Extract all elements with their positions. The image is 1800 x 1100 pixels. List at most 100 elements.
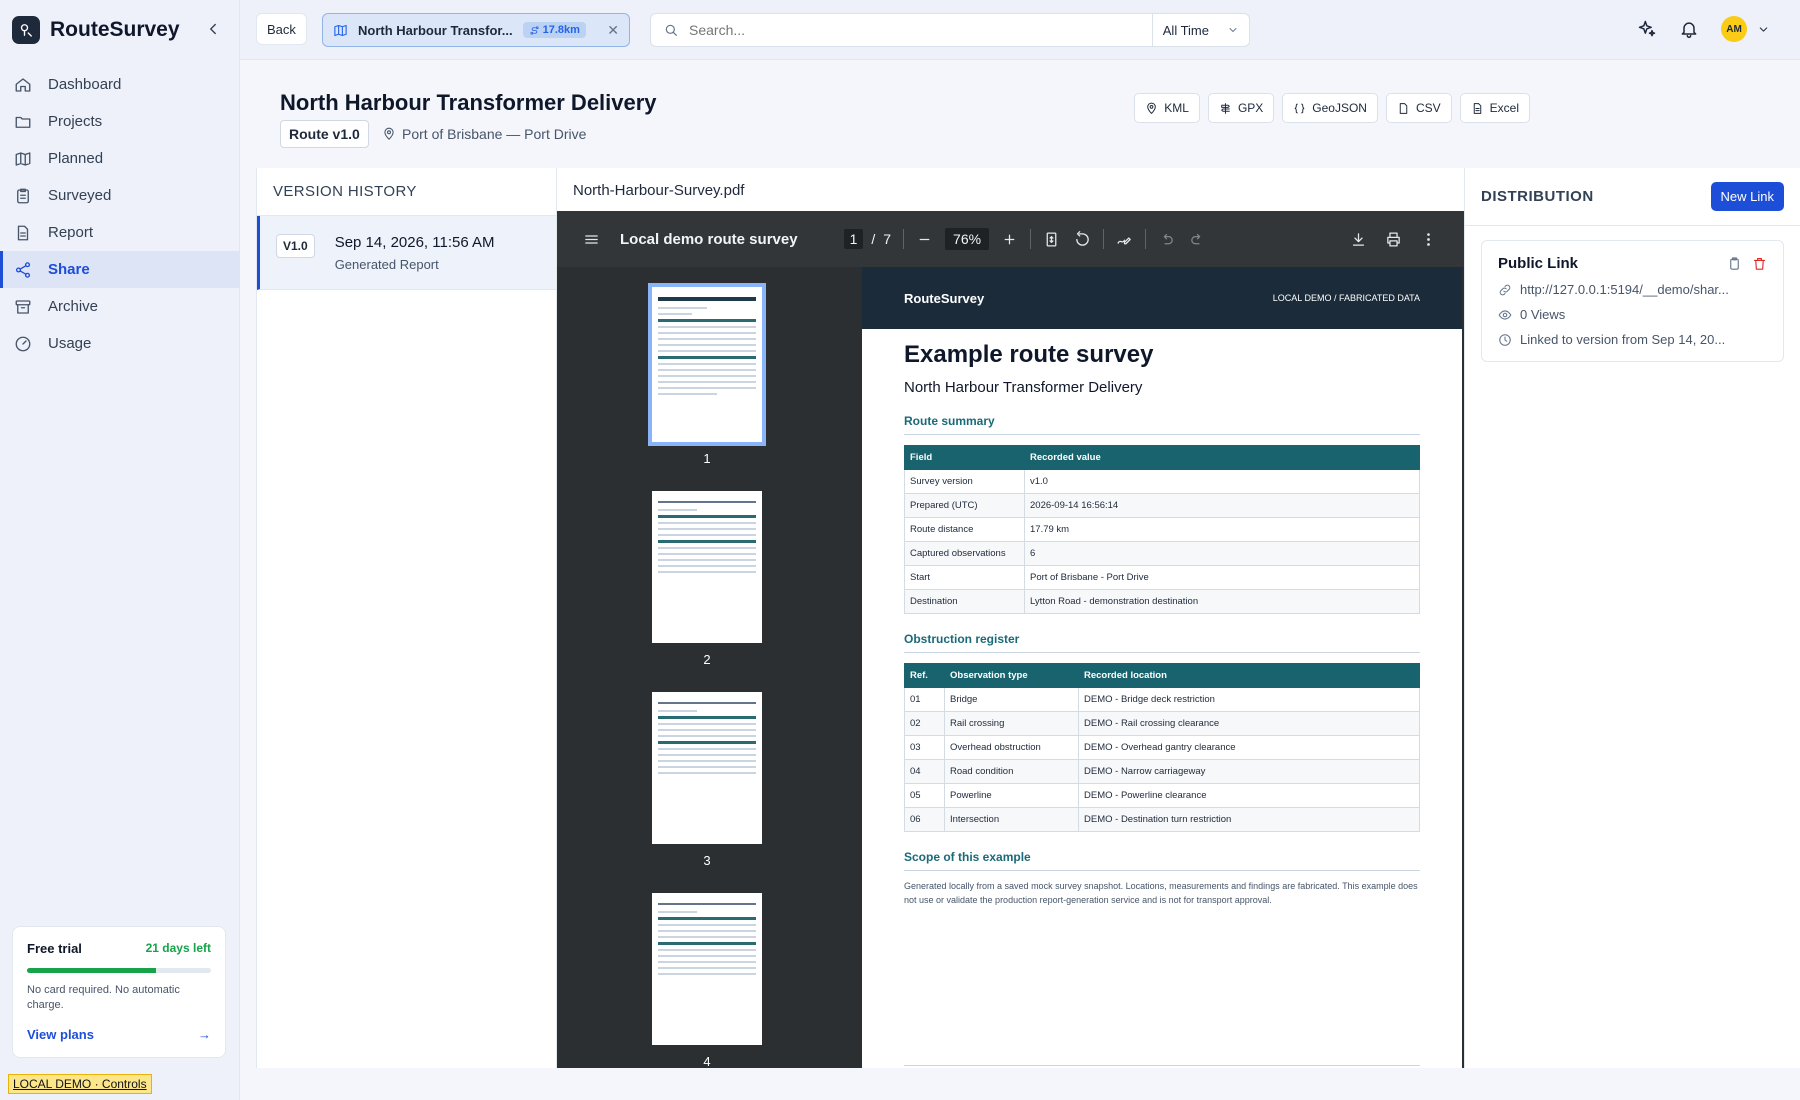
toolbar-divider <box>903 229 905 249</box>
sidebar-nav: Dashboard Projects Planned Surveyed Repo… <box>0 66 240 362</box>
table-row: 04 Road condition DEMO - Narrow carriagewa… <box>904 759 1420 784</box>
collapse-sidebar-icon[interactable] <box>204 20 222 38</box>
time-range-value: All Time <box>1162 22 1209 38</box>
route-icon <box>529 25 539 35</box>
sidebar-item-dashboard[interactable]: Dashboard <box>0 66 240 103</box>
sidebar-item-label: Projects <box>48 113 103 130</box>
page-thumbnail[interactable] <box>652 491 762 643</box>
app-logo[interactable]: RouteSurvey <box>12 16 180 44</box>
public-link-url[interactable]: http://127.0.0.1:5194/__demo/shar... <box>1520 282 1729 297</box>
sidebar-item-archive[interactable]: Archive <box>0 288 240 325</box>
topbar-actions: AM <box>1637 16 1770 42</box>
table-cell: 17.79 km <box>1024 517 1420 542</box>
distribution-panel: DISTRIBUTION New Link Public Link http:/… <box>1464 168 1800 1068</box>
close-tab-icon[interactable]: ✕ <box>607 22 619 39</box>
table-cell: Captured observations <box>904 541 1025 566</box>
page-number-input[interactable]: 1 <box>843 229 864 249</box>
export-geojson-button[interactable]: GeoJSON <box>1282 93 1378 123</box>
page-title: North Harbour Transformer Delivery <box>280 90 657 115</box>
time-range-select[interactable]: All Time <box>1151 14 1249 46</box>
toolbar-divider <box>1030 229 1032 249</box>
fit-page-icon[interactable] <box>1043 231 1060 248</box>
more-vertical-icon[interactable] <box>1420 231 1437 248</box>
table-cell: DEMO - Bridge deck restriction <box>1078 687 1420 712</box>
sparkles-icon[interactable] <box>1637 19 1657 39</box>
back-button[interactable]: Back <box>256 13 307 45</box>
sidebar-item-surveyed[interactable]: Surveyed <box>0 177 240 214</box>
search-input[interactable] <box>689 22 1152 38</box>
table-cell: Route distance <box>904 517 1025 542</box>
eye-icon <box>1498 309 1512 320</box>
annotate-icon[interactable] <box>1116 231 1133 248</box>
sidebar-item-share[interactable]: Share <box>0 251 240 288</box>
topbar: Back North Harbour Transfor... 17.8km ✕ … <box>240 0 1800 60</box>
sidebar-item-planned[interactable]: Planned <box>0 140 240 177</box>
version-history-panel: VERSION HISTORY V1.0 Sep 14, 2026, 11:56… <box>256 168 556 1068</box>
rotate-icon[interactable] <box>1074 230 1091 248</box>
braces-icon <box>1294 103 1305 113</box>
report-header: RouteSurvey LOCAL DEMO / FABRICATED DATA <box>862 267 1462 329</box>
public-link-url-row: http://127.0.0.1:5194/__demo/shar... <box>1498 282 1767 297</box>
view-plans-link[interactable]: View plans → <box>27 1027 211 1042</box>
user-menu[interactable]: AM <box>1721 16 1770 42</box>
new-link-button[interactable]: New Link <box>1710 182 1784 211</box>
export-csv-button[interactable]: CSV <box>1385 93 1452 123</box>
table-row: 01 Bridge DEMO - Bridge deck restriction <box>904 687 1420 712</box>
table-header: Ref. <box>904 663 945 688</box>
version-history-item[interactable]: V1.0 Sep 14, 2026, 11:56 AM Generated Re… <box>257 216 556 290</box>
table-cell: 06 <box>904 807 945 832</box>
pdf-toolbar: Local demo route survey 1 / 7 76% <box>557 211 1465 267</box>
toolbar-divider <box>1103 229 1105 249</box>
table-cell: 03 <box>904 735 945 760</box>
trash-icon[interactable] <box>1752 256 1767 271</box>
sidebar-item-report[interactable]: Report <box>0 214 240 251</box>
page-thumbnail[interactable] <box>652 692 762 844</box>
undo-icon[interactable] <box>1158 231 1175 248</box>
page-thumbnail[interactable] <box>648 283 766 446</box>
table-cell: Overhead obstruction <box>944 735 1079 760</box>
sidebar: RouteSurvey Dashboard Projects Planned S… <box>0 0 240 1100</box>
zoom-in-icon[interactable] <box>1001 231 1018 248</box>
public-link-views-row: 0 Views <box>1498 307 1767 322</box>
view-plans-label: View plans <box>27 1027 94 1042</box>
page-separator: / <box>871 231 876 247</box>
download-icon[interactable] <box>1350 231 1367 248</box>
local-demo-controls-link[interactable]: LOCAL DEMO · Controls <box>8 1074 152 1094</box>
zoom-level[interactable]: 76% <box>945 228 990 250</box>
table-cell: Port of Brisbane - Port Drive <box>1024 565 1420 590</box>
sidebar-item-usage[interactable]: Usage <box>0 325 240 362</box>
redo-icon[interactable] <box>1189 231 1206 248</box>
zoom-out-icon[interactable] <box>916 231 933 248</box>
avatar: AM <box>1721 16 1747 42</box>
table-cell: 02 <box>904 711 945 736</box>
archive-icon <box>15 299 31 314</box>
route-version-badge: Route v1.0 <box>280 120 369 148</box>
chevron-down-icon <box>1759 26 1768 32</box>
export-excel-button[interactable]: Excel <box>1459 93 1530 123</box>
page-thumbnail[interactable] <box>652 893 762 1045</box>
export-excel-label: Excel <box>1489 101 1519 115</box>
export-gpx-button[interactable]: GPX <box>1207 93 1275 123</box>
logo-icon <box>12 16 40 44</box>
table-row: Destination Lytton Road - demonstration d… <box>904 589 1420 614</box>
toolbar-divider <box>1145 229 1147 249</box>
table-row: Captured observations 6 <box>904 541 1420 566</box>
trial-progress-fill <box>27 968 156 973</box>
page-footer-rule <box>904 1065 1420 1066</box>
spreadsheet-icon <box>1473 102 1481 114</box>
table-cell: v1.0 <box>1024 469 1420 494</box>
menu-icon[interactable] <box>583 231 600 248</box>
export-buttons: KML GPX GeoJSON CSV Excel <box>1134 93 1530 123</box>
copy-icon[interactable] <box>1727 256 1742 271</box>
export-kml-button[interactable]: KML <box>1134 93 1200 123</box>
print-icon[interactable] <box>1385 231 1402 248</box>
report-subtitle: North Harbour Transformer Delivery <box>904 379 1143 396</box>
map-icon <box>15 151 31 166</box>
table-cell: Intersection <box>944 807 1079 832</box>
sidebar-item-label: Share <box>48 261 90 278</box>
public-link-card: Public Link http://127.0.0.1:5194/__demo… <box>1481 240 1784 362</box>
bell-icon[interactable] <box>1679 19 1699 39</box>
route-tab[interactable]: North Harbour Transfor... 17.8km ✕ <box>322 13 630 47</box>
table-cell: Lytton Road - demonstration destination <box>1024 589 1420 614</box>
sidebar-item-projects[interactable]: Projects <box>0 103 240 140</box>
